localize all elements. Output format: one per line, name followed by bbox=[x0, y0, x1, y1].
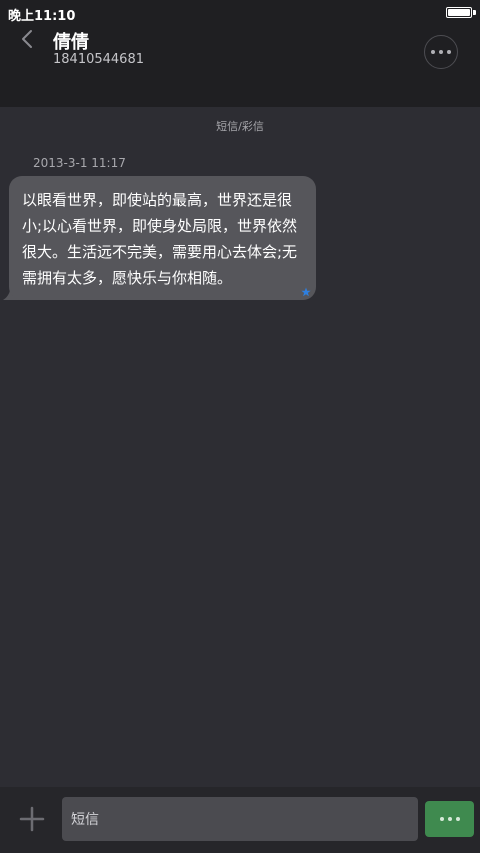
plus-icon bbox=[19, 806, 45, 832]
message-bubble[interactable]: 以眼看世界，即使站的最高，世界还是很小;以心看世界，即使身处局限，世界依然很大。… bbox=[9, 176, 316, 300]
status-time: 晚上11:10 bbox=[8, 9, 76, 24]
star-icon bbox=[301, 287, 311, 297]
status-bar: 晚上11:10 bbox=[0, 0, 480, 26]
more-dots-icon bbox=[439, 817, 460, 821]
message-timestamp: 2013-3-1 11:17 bbox=[33, 156, 126, 170]
conversation-header: 倩倩 18410544681 bbox=[0, 26, 480, 107]
battery-icon bbox=[446, 7, 472, 18]
message-input[interactable]: 短信 bbox=[62, 797, 418, 841]
more-dots-icon bbox=[431, 50, 451, 54]
composer-bar: 短信 bbox=[0, 787, 480, 853]
back-button[interactable] bbox=[14, 26, 44, 54]
contact-name: 倩倩 bbox=[53, 32, 89, 53]
contact-number: 18410544681 bbox=[53, 52, 144, 67]
message-input-placeholder: 短信 bbox=[71, 812, 99, 828]
message-text: 以眼看世界，即使站的最高，世界还是很小;以心看世界，即使身处局限，世界依然很大。… bbox=[22, 191, 298, 287]
send-button[interactable] bbox=[425, 801, 474, 837]
conversation-type-label: 短信/彩信 bbox=[216, 120, 264, 133]
add-attachment-button[interactable] bbox=[18, 805, 46, 833]
chevron-left-icon bbox=[22, 30, 32, 48]
battery-level bbox=[448, 9, 470, 16]
battery-tip bbox=[473, 10, 476, 15]
more-options-button[interactable] bbox=[424, 35, 458, 69]
